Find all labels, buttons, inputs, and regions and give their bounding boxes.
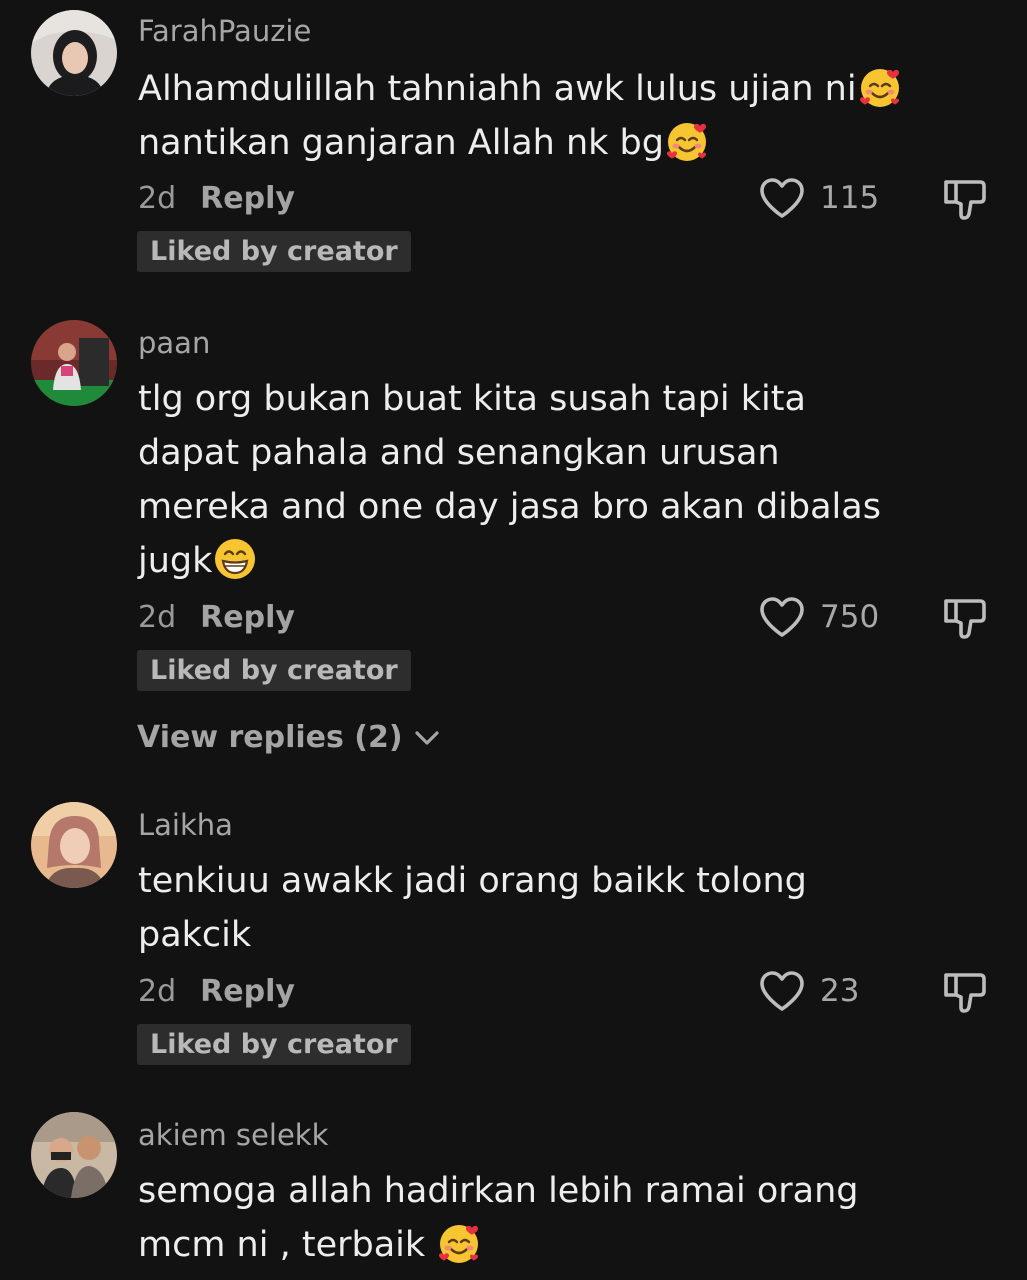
comment-text: semoga allah hadirkan lebih ramai orang … [138, 1164, 858, 1272]
comment-line: semoga allah hadirkan lebih ramai orang [138, 1171, 859, 1211]
username[interactable]: akiem selekk [138, 1118, 328, 1152]
comment-line: mcm ni , terbaik [138, 1225, 437, 1265]
smiling-face-with-hearts-emoji [436, 1220, 482, 1266]
avatar[interactable] [31, 1112, 117, 1198]
comment-item: akiem selekk semoga allah hadirkan lebih… [0, 0, 1027, 1280]
